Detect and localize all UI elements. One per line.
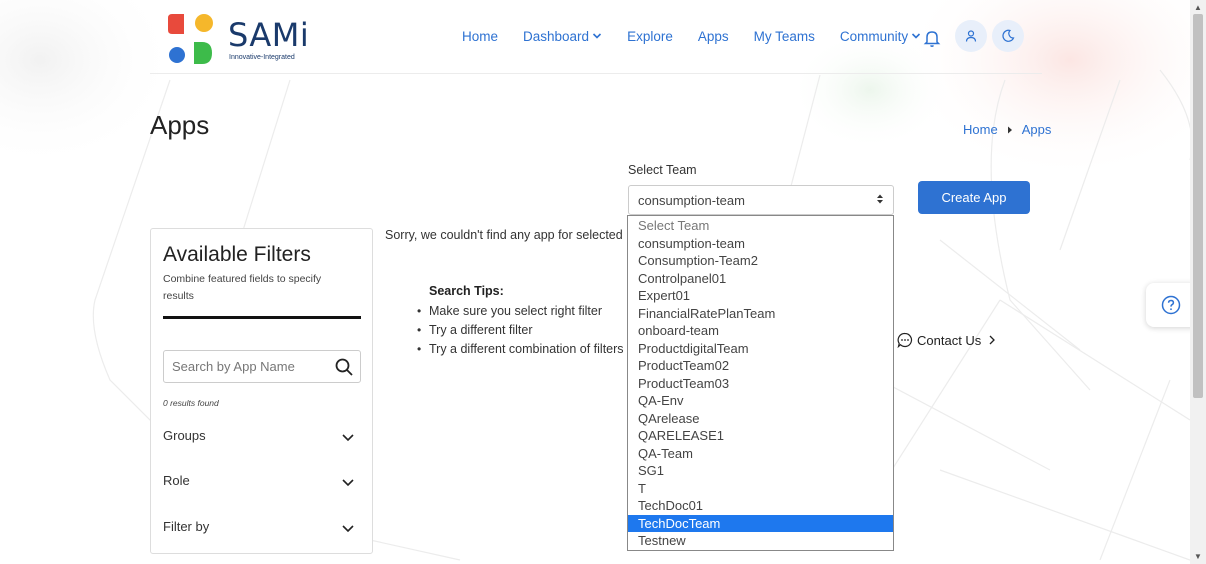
team-option[interactable]: FinancialRatePlanTeam xyxy=(628,305,893,323)
logo-tagline: Innovative-Integrated xyxy=(229,54,295,61)
scroll-up-arrow-icon[interactable]: ▲ xyxy=(1194,3,1202,12)
chevron-right-icon xyxy=(989,335,996,345)
logo[interactable]: SAMi Innovative-Integrated xyxy=(168,10,310,66)
search-tip: • Try a different filter xyxy=(417,322,533,337)
search-tip-text: Try a different combination of filters xyxy=(429,341,624,356)
user-icon xyxy=(965,30,977,42)
logo-mark-icon xyxy=(168,14,213,64)
app-search-input[interactable] xyxy=(172,359,322,374)
contact-us-link[interactable]: Contact Us xyxy=(897,332,1003,348)
nav-explore-label: Explore xyxy=(627,28,673,44)
vertical-scrollbar[interactable]: ▲ ▼ xyxy=(1190,0,1206,564)
nav-apps[interactable]: Apps xyxy=(698,29,729,44)
search-tip: • Try a different combination of filters xyxy=(417,341,624,356)
app-search-box xyxy=(163,350,361,383)
search-tip-text: Try a different filter xyxy=(429,322,533,337)
filter-role[interactable]: Role xyxy=(163,473,361,495)
team-option[interactable]: QArelease xyxy=(628,410,893,428)
search-tips-title: Search Tips: xyxy=(429,284,504,298)
results-count: 0 results found xyxy=(163,398,219,408)
team-option[interactable]: Testnew xyxy=(628,532,893,550)
theme-toggle-button[interactable] xyxy=(992,20,1024,52)
nav-community-label: Community xyxy=(839,28,909,44)
contact-us-label: Contact Us xyxy=(917,332,982,348)
breadcrumb-home[interactable]: Home xyxy=(963,122,998,137)
nav-dashboard[interactable]: Dashboard xyxy=(523,29,602,44)
search-icon[interactable] xyxy=(334,357,354,377)
team-option[interactable]: ProductTeam02 xyxy=(628,357,893,375)
team-option[interactable]: Select Team xyxy=(628,217,893,235)
breadcrumb: Home Apps xyxy=(963,122,1051,137)
chevron-down-icon xyxy=(592,33,602,39)
team-option[interactable]: T xyxy=(628,480,893,498)
help-button[interactable] xyxy=(1146,283,1196,327)
nav-explore[interactable]: Explore xyxy=(627,29,673,44)
scroll-down-arrow-icon[interactable]: ▼ xyxy=(1194,552,1202,561)
main-nav: Home Dashboard Explore Apps My Teams Com… xyxy=(462,22,946,50)
team-option[interactable]: ProductdigitalTeam xyxy=(628,340,893,358)
filter-filter-by[interactable]: Filter by xyxy=(163,519,361,541)
top-header: SAMi Innovative-Integrated Home Dashboar… xyxy=(150,0,1042,74)
team-option[interactable]: ProductTeam03 xyxy=(628,375,893,393)
caret-right-icon xyxy=(1007,126,1012,133)
chevron-down-icon xyxy=(342,479,354,487)
team-select-dropdown: Select Team consumption-team Consumption… xyxy=(627,215,894,551)
breadcrumb-current[interactable]: Apps xyxy=(1022,122,1052,137)
nav-apps-label: Apps xyxy=(697,28,729,44)
chevron-down-icon xyxy=(342,525,354,533)
nav-community[interactable]: Community xyxy=(840,29,921,44)
nav-dashboard-label: Dashboard xyxy=(523,28,590,44)
team-option[interactable]: Expert01 xyxy=(628,287,893,305)
filters-title: Available Filters xyxy=(163,243,311,266)
select-team-label: Select Team xyxy=(628,163,697,177)
team-option[interactable]: consumption-team xyxy=(628,235,893,253)
team-option[interactable]: SG1 xyxy=(628,462,893,480)
question-circle-icon xyxy=(1161,295,1181,315)
filters-panel: Available Filters Combine featured field… xyxy=(150,228,373,554)
filter-groups[interactable]: Groups xyxy=(163,428,361,450)
nav-home-label: Home xyxy=(462,28,499,44)
empty-state-message: Sorry, we couldn't find any app for sele… xyxy=(385,228,623,242)
create-app-button[interactable]: Create App xyxy=(918,181,1030,214)
chevron-down-icon xyxy=(342,434,354,442)
search-tip-text: Make sure you select right filter xyxy=(429,303,602,318)
nav-my-teams-label: My Teams xyxy=(753,28,815,44)
filter-role-label: Role xyxy=(163,473,190,488)
user-profile-button[interactable] xyxy=(955,20,987,52)
filter-groups-label: Groups xyxy=(163,428,206,443)
team-option[interactable]: Consumption-Team2 xyxy=(628,252,893,270)
team-option-highlighted[interactable]: TechDocTeam xyxy=(628,514,893,532)
logo-title: SAMi xyxy=(228,16,310,54)
sort-caret-icon xyxy=(877,194,883,204)
bell-icon[interactable] xyxy=(920,26,944,50)
team-option[interactable]: QA-Team xyxy=(628,445,893,463)
team-option[interactable]: TechDoc01 xyxy=(628,497,893,515)
page-content: SAMi Innovative-Integrated Home Dashboar… xyxy=(0,0,1190,564)
nav-home[interactable]: Home xyxy=(462,29,498,44)
team-select-value: consumption-team xyxy=(638,193,745,208)
moon-icon xyxy=(1002,29,1015,42)
page-title: Apps xyxy=(150,110,210,140)
team-option[interactable]: QA-Env xyxy=(628,392,893,410)
scrollbar-thumb[interactable] xyxy=(1193,14,1203,398)
filters-divider xyxy=(163,316,361,319)
team-option[interactable]: Controlpanel01 xyxy=(628,270,893,288)
search-tips-list: • Make sure you select right filter • Try … xyxy=(417,301,624,358)
team-option[interactable]: onboard-team xyxy=(628,322,893,340)
filter-filter-by-label: Filter by xyxy=(163,519,210,534)
filters-subtitle: Combine featured fields to specify resul… xyxy=(163,273,322,302)
search-tip: • Make sure you select right filter xyxy=(417,303,602,318)
nav-my-teams[interactable]: My Teams xyxy=(754,29,815,44)
team-option[interactable]: QARELEASE1 xyxy=(628,427,893,445)
team-select[interactable]: consumption-team xyxy=(628,185,894,215)
chat-bubble-icon xyxy=(897,332,913,348)
